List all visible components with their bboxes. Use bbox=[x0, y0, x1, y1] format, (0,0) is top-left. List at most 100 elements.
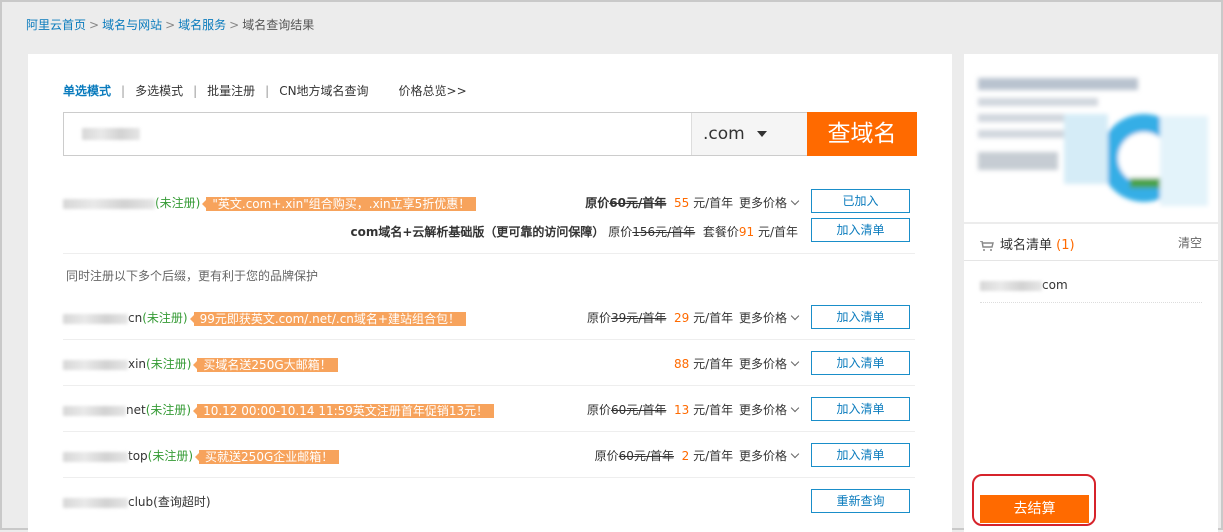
search-domain-button[interactable]: 查域名 bbox=[807, 112, 917, 156]
suffix: top bbox=[128, 449, 148, 463]
orig-label: 原价 bbox=[585, 196, 610, 210]
bundle-row: com域名+云解析基础版（更可靠的访问保障） 原价156元/首年 套餐价91 元… bbox=[63, 218, 915, 254]
checkout-button[interactable]: 去结算 bbox=[980, 495, 1089, 523]
promo-badge: 99元即获英文.com/.net/.cn域名+建站组合包！ bbox=[189, 311, 466, 326]
clear-cart-button[interactable]: 清空 bbox=[1178, 234, 1202, 251]
result-row-cn: cn(未注册) 99元即获英文.com/.net/.cn域名+建站组合包！ 原价3… bbox=[63, 294, 915, 340]
divider: | bbox=[193, 84, 198, 98]
chevron-down-icon bbox=[790, 449, 800, 459]
more-prices-link[interactable]: 更多价格 bbox=[739, 403, 787, 417]
cart-item-suffix: com bbox=[1042, 278, 1068, 292]
add-to-list-button[interactable]: 加入清单 bbox=[811, 305, 910, 329]
divider: | bbox=[121, 84, 126, 98]
status-label: (未注册) bbox=[145, 403, 192, 417]
combo-label: 套餐价 bbox=[702, 225, 739, 239]
status-label: (未注册) bbox=[155, 196, 201, 210]
current-price: 88 bbox=[674, 357, 690, 371]
brand-protect-tip: 同时注册以下多个后缀，更有利于您的品牌保护 bbox=[63, 267, 915, 287]
chevron-right-icon: > bbox=[229, 18, 240, 32]
status-label: (查询超时) bbox=[153, 495, 211, 509]
price-unit: 元/首年 bbox=[693, 357, 734, 371]
chevron-down-icon bbox=[790, 311, 800, 321]
suffix: xin bbox=[128, 357, 147, 371]
status-label: (未注册) bbox=[147, 449, 194, 463]
promo-badge: 10.12 00:00-10.14 11:59英文注册首年促销13元！ bbox=[193, 403, 495, 418]
price-info: 原价39元/首年 29 元/首年 更多价格 bbox=[587, 309, 800, 326]
tab-cn-local[interactable]: CN地方域名查询 bbox=[279, 84, 368, 98]
price-unit: 元/首年 bbox=[693, 311, 734, 325]
more-prices-link[interactable]: 更多价格 bbox=[739, 357, 787, 371]
original-price: 60元/首年 bbox=[618, 449, 674, 463]
more-prices-link[interactable]: 更多价格 bbox=[739, 311, 787, 325]
orig-label: 原价 bbox=[594, 449, 619, 463]
add-to-list-button[interactable]: 加入清单 bbox=[811, 351, 910, 375]
price-info: 88 元/首年 更多价格 bbox=[674, 355, 800, 372]
domain-search-input[interactable] bbox=[64, 113, 691, 155]
original-price: 60元/首年 bbox=[611, 403, 667, 417]
domain-search-bar: .com 查域名 bbox=[63, 112, 917, 156]
domain-name: xin(未注册) 买域名送250G大邮箱！ bbox=[63, 355, 338, 372]
result-row-com: (未注册) "英文.com+.xin"组合购买，.xin立享5折优惠！ 原价60元… bbox=[63, 184, 915, 218]
original-price: 156元/首年 bbox=[632, 225, 696, 239]
domain-name: net(未注册) 10.12 00:00-10.14 11:59英文注册首年促销1… bbox=[63, 401, 495, 418]
status-label: (未注册) bbox=[142, 311, 188, 325]
combo-price: 91 bbox=[738, 225, 755, 239]
added-button[interactable]: 已加入 bbox=[811, 189, 910, 213]
retry-query-button[interactable]: 重新查询 bbox=[811, 489, 910, 513]
shopping-cart-icon bbox=[980, 240, 994, 251]
orig-label: 原价 bbox=[608, 225, 633, 239]
promo-badge: 买就送250G企业邮箱！ bbox=[195, 449, 340, 464]
search-panel: 单选模式 | 多选模式 | 批量注册 | CN地方域名查询 价格总览>> .com 查域名 (… bbox=[28, 54, 952, 532]
divider bbox=[964, 260, 1218, 261]
suffix: club bbox=[128, 495, 154, 509]
current-price: 2 bbox=[681, 449, 690, 463]
blurred-banner-image bbox=[964, 54, 1218, 222]
chevron-right-icon: > bbox=[165, 18, 176, 32]
bundle-price-info: com域名+云解析基础版（更可靠的访问保障） 原价156元/首年 套餐价91 元… bbox=[350, 223, 798, 240]
tld-select-value: .com bbox=[703, 124, 745, 144]
cart-count: (1) bbox=[1056, 238, 1075, 253]
current-price: 55 bbox=[674, 196, 690, 210]
tab-batch-register[interactable]: 批量注册 bbox=[207, 84, 255, 98]
tip-text: 同时注册以下多个后缀，更有利于您的品牌保护 bbox=[66, 269, 319, 283]
chevron-down-icon bbox=[790, 357, 800, 367]
domain-name: cn(未注册) 99元即获英文.com/.net/.cn域名+建站组合包！ bbox=[63, 309, 466, 326]
domain-name: top(未注册) 买就送250G企业邮箱！ bbox=[63, 447, 340, 464]
original-price: 60元/首年 bbox=[609, 196, 667, 210]
cart-item: com bbox=[980, 278, 1202, 303]
orig-label: 原价 bbox=[587, 311, 612, 325]
suffix: cn bbox=[128, 311, 143, 325]
more-prices-link[interactable]: 更多价格 bbox=[739, 196, 787, 210]
price-info: 原价60元/首年 13 元/首年 更多价格 bbox=[587, 401, 800, 418]
result-row-xin: xin(未注册) 买域名送250G大邮箱！ 88 元/首年 更多价格 加入清单 bbox=[63, 340, 915, 386]
add-to-list-button[interactable]: 加入清单 bbox=[811, 443, 910, 467]
original-price: 39元/首年 bbox=[611, 311, 667, 325]
tab-single-mode[interactable]: 单选模式 bbox=[63, 84, 111, 98]
price-unit: 元/首年 bbox=[693, 449, 734, 463]
mode-tabs: 单选模式 | 多选模式 | 批量注册 | CN地方域名查询 价格总览>> bbox=[63, 82, 467, 99]
result-row-club: club(查询超时) 重新查询 bbox=[63, 478, 915, 524]
price-overview-link[interactable]: 价格总览>> bbox=[399, 84, 467, 98]
domain-name: (未注册) "英文.com+.xin"组合购买，.xin立享5折优惠！ bbox=[63, 194, 477, 211]
add-bundle-button[interactable]: 加入清单 bbox=[811, 218, 910, 242]
divider: | bbox=[265, 84, 270, 98]
add-to-list-button[interactable]: 加入清单 bbox=[811, 397, 910, 421]
ad-banner[interactable] bbox=[964, 54, 1218, 222]
chevron-down-icon bbox=[790, 403, 800, 413]
price-info: 原价60元/首年 55 元/首年 更多价格 bbox=[585, 194, 800, 211]
cart-title: 域名清单 bbox=[1000, 238, 1053, 253]
status-label: (未注册) bbox=[146, 357, 192, 371]
more-prices-link[interactable]: 更多价格 bbox=[739, 449, 787, 463]
breadcrumb-service[interactable]: 域名服务 bbox=[178, 18, 226, 32]
chevron-right-icon: > bbox=[89, 18, 100, 32]
tld-select[interactable]: .com bbox=[691, 113, 807, 155]
breadcrumb-home[interactable]: 阿里云首页 bbox=[26, 18, 86, 32]
price-unit: 元/首年 bbox=[693, 196, 734, 210]
promo-badge: "英文.com+.xin"组合购买，.xin立享5折优惠！ bbox=[202, 196, 477, 211]
suffix: net bbox=[126, 403, 146, 417]
breadcrumb-domains[interactable]: 域名与网站 bbox=[102, 18, 162, 32]
tab-multi-mode[interactable]: 多选模式 bbox=[135, 84, 183, 98]
breadcrumb-current: 域名查询结果 bbox=[242, 18, 315, 32]
domain-name: club(查询超时) bbox=[63, 493, 211, 510]
orig-label: 原价 bbox=[587, 403, 612, 417]
